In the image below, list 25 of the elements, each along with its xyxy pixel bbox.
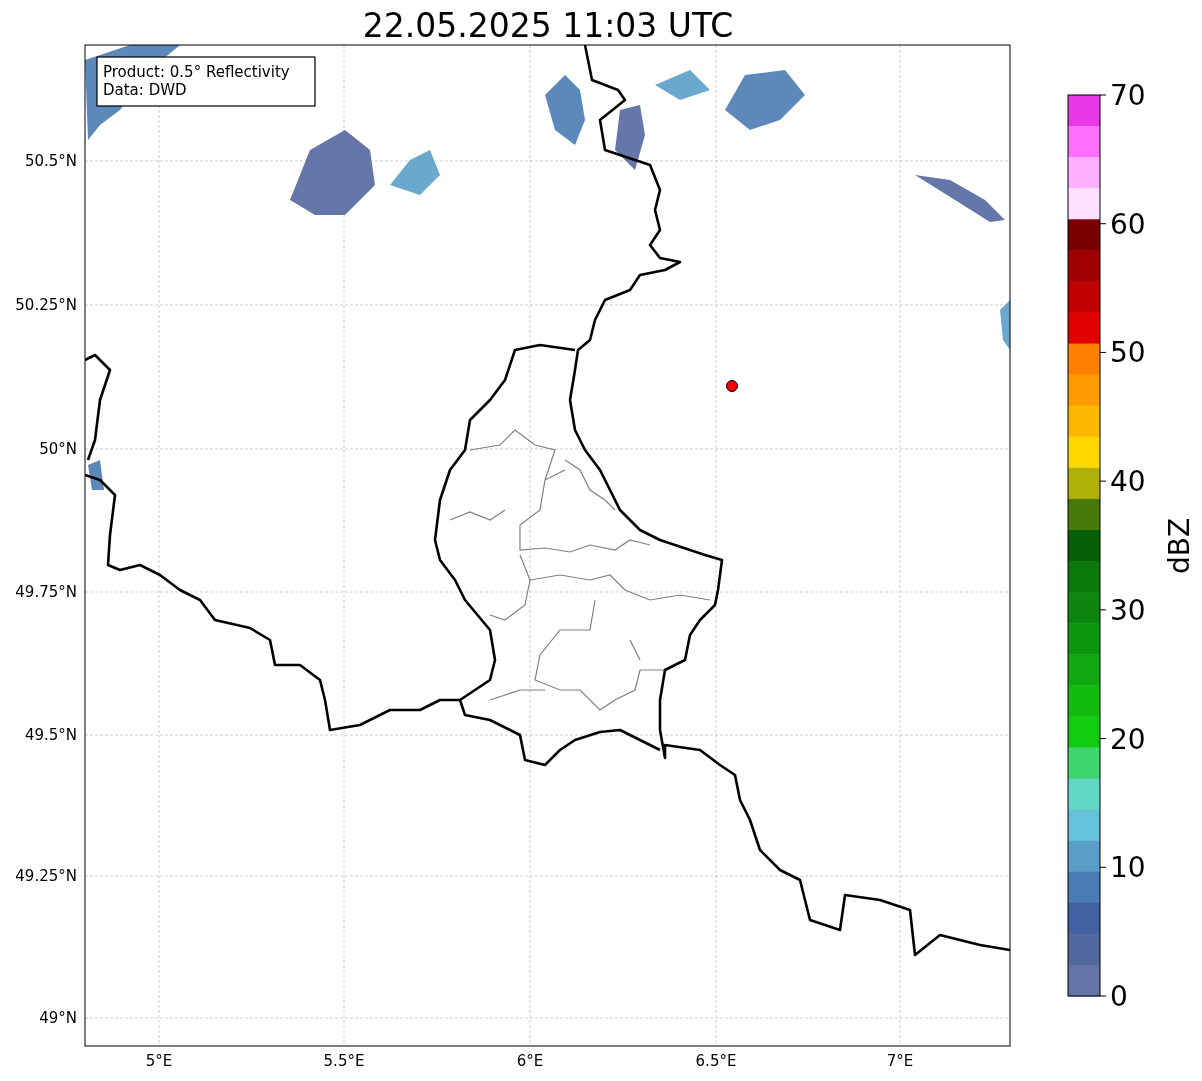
tick-label: 49.75°N [15,583,77,601]
colorbar-tick-label: 0 [1110,980,1128,1013]
info-text: Data: DWD [103,81,187,99]
tick-label: 6.5°E [695,1052,737,1070]
colorbar-tick-label: 20 [1110,722,1146,756]
tick-label: 5.5°E [323,1052,365,1070]
tick-label: 50°N [39,440,77,458]
colorbar-label: dBZ [1163,517,1196,575]
tick-label: 7°E [886,1052,914,1070]
chart-title: 22.05.2025 11:03 UTC [362,6,734,45]
colorbar-tick-label: 30 [1110,593,1146,627]
tick-label: 5°E [145,1052,173,1070]
location-marker [726,380,738,392]
tick-label: 49.25°N [15,867,77,885]
tick-label: 49°N [39,1009,77,1027]
info-text: Product: 0.5° Reflectivity [103,63,290,81]
tick-label: 49.5°N [24,726,77,744]
colorbar-tick-label: 50 [1110,336,1146,370]
tick-label: 6°E [516,1052,544,1070]
colorbar-tick-label: 40 [1110,465,1146,499]
tick-label: 50.25°N [15,296,77,314]
colorbar-tick-label: 70 [1110,79,1146,112]
tick-label: 50.5°N [24,152,77,170]
colorbar-tick-label: 60 [1110,207,1146,241]
colorbar-tick-label: 10 [1110,851,1146,885]
